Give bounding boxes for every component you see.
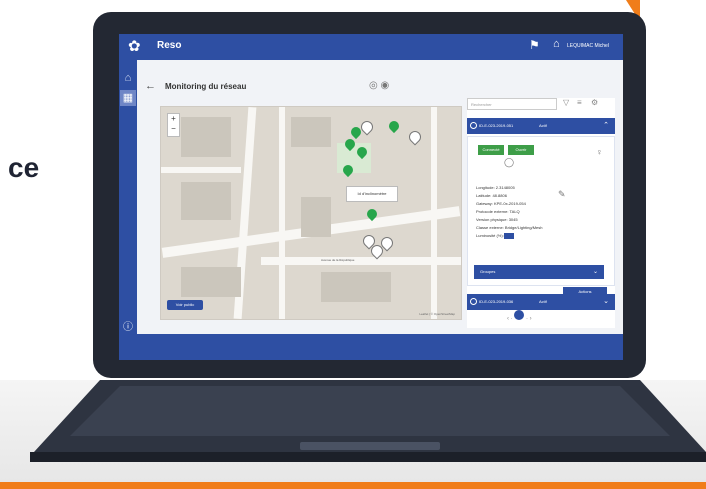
groups-select-label: Groupes <box>480 269 496 274</box>
map-road <box>279 107 285 319</box>
map-road <box>431 107 437 319</box>
map-popup: Id d'inclinomètre <box>346 186 398 202</box>
map-view[interactable]: + − Id d'inclinomètre Avenue de la Républ… <box>160 106 462 320</box>
user-name[interactable]: LEQUIMAC Michel <box>567 43 609 49</box>
orange-accent-line <box>0 482 706 489</box>
detail-luminosity: Luminosité (%): <box>476 233 504 238</box>
device-id: ID-E-023-2019-051 <box>479 123 514 128</box>
map-road-label: Avenue de la République <box>321 258 355 262</box>
top-bar: ✿ Reso ⚑ ⌂ LEQUIMAC Michel <box>119 34 623 60</box>
map-layer-toggle-icon[interactable]: ◎ ◉ <box>369 80 389 91</box>
detail-version: Version physique: 3045 <box>476 217 518 222</box>
left-navigation: ⌂ ▦ <box>119 60 137 360</box>
alert-icon[interactable]: ⚑ <box>529 38 540 52</box>
detail-gateway: Gateway: KPE-0x-2019-054 <box>476 201 526 206</box>
device-state: Actif <box>539 123 547 128</box>
map-public-button[interactable]: Voir public <box>167 300 203 310</box>
laptop-base <box>30 380 706 462</box>
map-building <box>181 117 231 157</box>
help-icon[interactable]: ⓘ <box>123 318 133 333</box>
device-state: Actif <box>539 299 547 304</box>
edit-icon[interactable]: ✎ <box>558 189 566 200</box>
open-button[interactable]: Ouvrir <box>508 145 534 155</box>
settings-icon[interactable]: ⚙ <box>591 98 598 107</box>
detail-latitude: Latitude: 48.8806 <box>476 193 507 198</box>
bulb-icon: ♀ <box>596 147 603 157</box>
map-building <box>301 197 331 237</box>
detail-longitude: Longitude: 2.3148005 <box>476 185 515 190</box>
device-marker[interactable] <box>386 118 402 134</box>
device-header-2[interactable]: ID-E-023-2019-036 Actif ⌄ <box>467 294 615 310</box>
search-input[interactable]: Rechercher <box>467 98 557 110</box>
detail-protocol: Protocole externe: TALQ <box>476 209 520 214</box>
map-building <box>321 272 391 302</box>
chevron-down-icon[interactable]: ⌄ <box>603 294 609 310</box>
connect-button[interactable]: Connecté <box>478 145 504 155</box>
chevron-up-icon[interactable]: ⌃ <box>603 118 609 134</box>
device-marker[interactable] <box>406 128 424 146</box>
map-building <box>291 117 331 147</box>
grid-icon[interactable]: ▦ <box>120 90 136 106</box>
map-zoom-control[interactable]: + − <box>167 113 180 137</box>
map-attribution: Leaflet | © OpenStreetMap <box>419 312 455 316</box>
map-building <box>181 267 241 297</box>
device-id: ID-E-023-2019-036 <box>479 299 514 304</box>
app-title: Reso <box>157 40 182 51</box>
device-header-1[interactable]: ID-E-023-2019-051 Actif ⌃ <box>467 118 615 134</box>
device-panel: Rechercher ▽ ≡ ⚙ ID-E-023-2019-051 Actif… <box>467 98 615 328</box>
laptop-screen: ✿ Reso ⚑ ⌂ LEQUIMAC Michel ⌂ ▦ ⓘ ← Monit… <box>119 34 623 360</box>
list-icon[interactable]: ≡ <box>577 98 582 107</box>
luminosity-tag <box>504 233 514 239</box>
back-arrow-icon[interactable]: ← <box>145 80 156 92</box>
user-icon[interactable]: ⌂ <box>553 38 560 50</box>
map-building <box>181 182 231 220</box>
current-page[interactable] <box>514 310 525 320</box>
page-title: Monitoring du réseau <box>165 82 247 91</box>
groups-select[interactable]: Groupes ⌄ <box>474 265 604 279</box>
detail-class: Classe externe: Bridge/Lighting/Mesh <box>476 225 543 230</box>
home-icon[interactable]: ⌂ <box>120 70 136 86</box>
device-details: Connecté Ouvrir ◯ ♀ ✎ Longitude: 2.31480… <box>467 136 615 297</box>
app-logo-icon[interactable]: ✿ <box>128 38 141 56</box>
screen-bottom-bar <box>119 334 623 360</box>
map-road <box>161 167 241 173</box>
chevron-down-icon: ⌄ <box>592 269 598 275</box>
device-status-icon <box>470 298 477 305</box>
pagination[interactable]: ‹ · · › 2 <box>507 310 577 322</box>
side-heading-fragment: ce <box>8 152 40 183</box>
lamp-icon: ◯ <box>504 157 515 167</box>
filter-icon[interactable]: ▽ <box>563 98 569 107</box>
device-status-icon <box>470 122 477 129</box>
